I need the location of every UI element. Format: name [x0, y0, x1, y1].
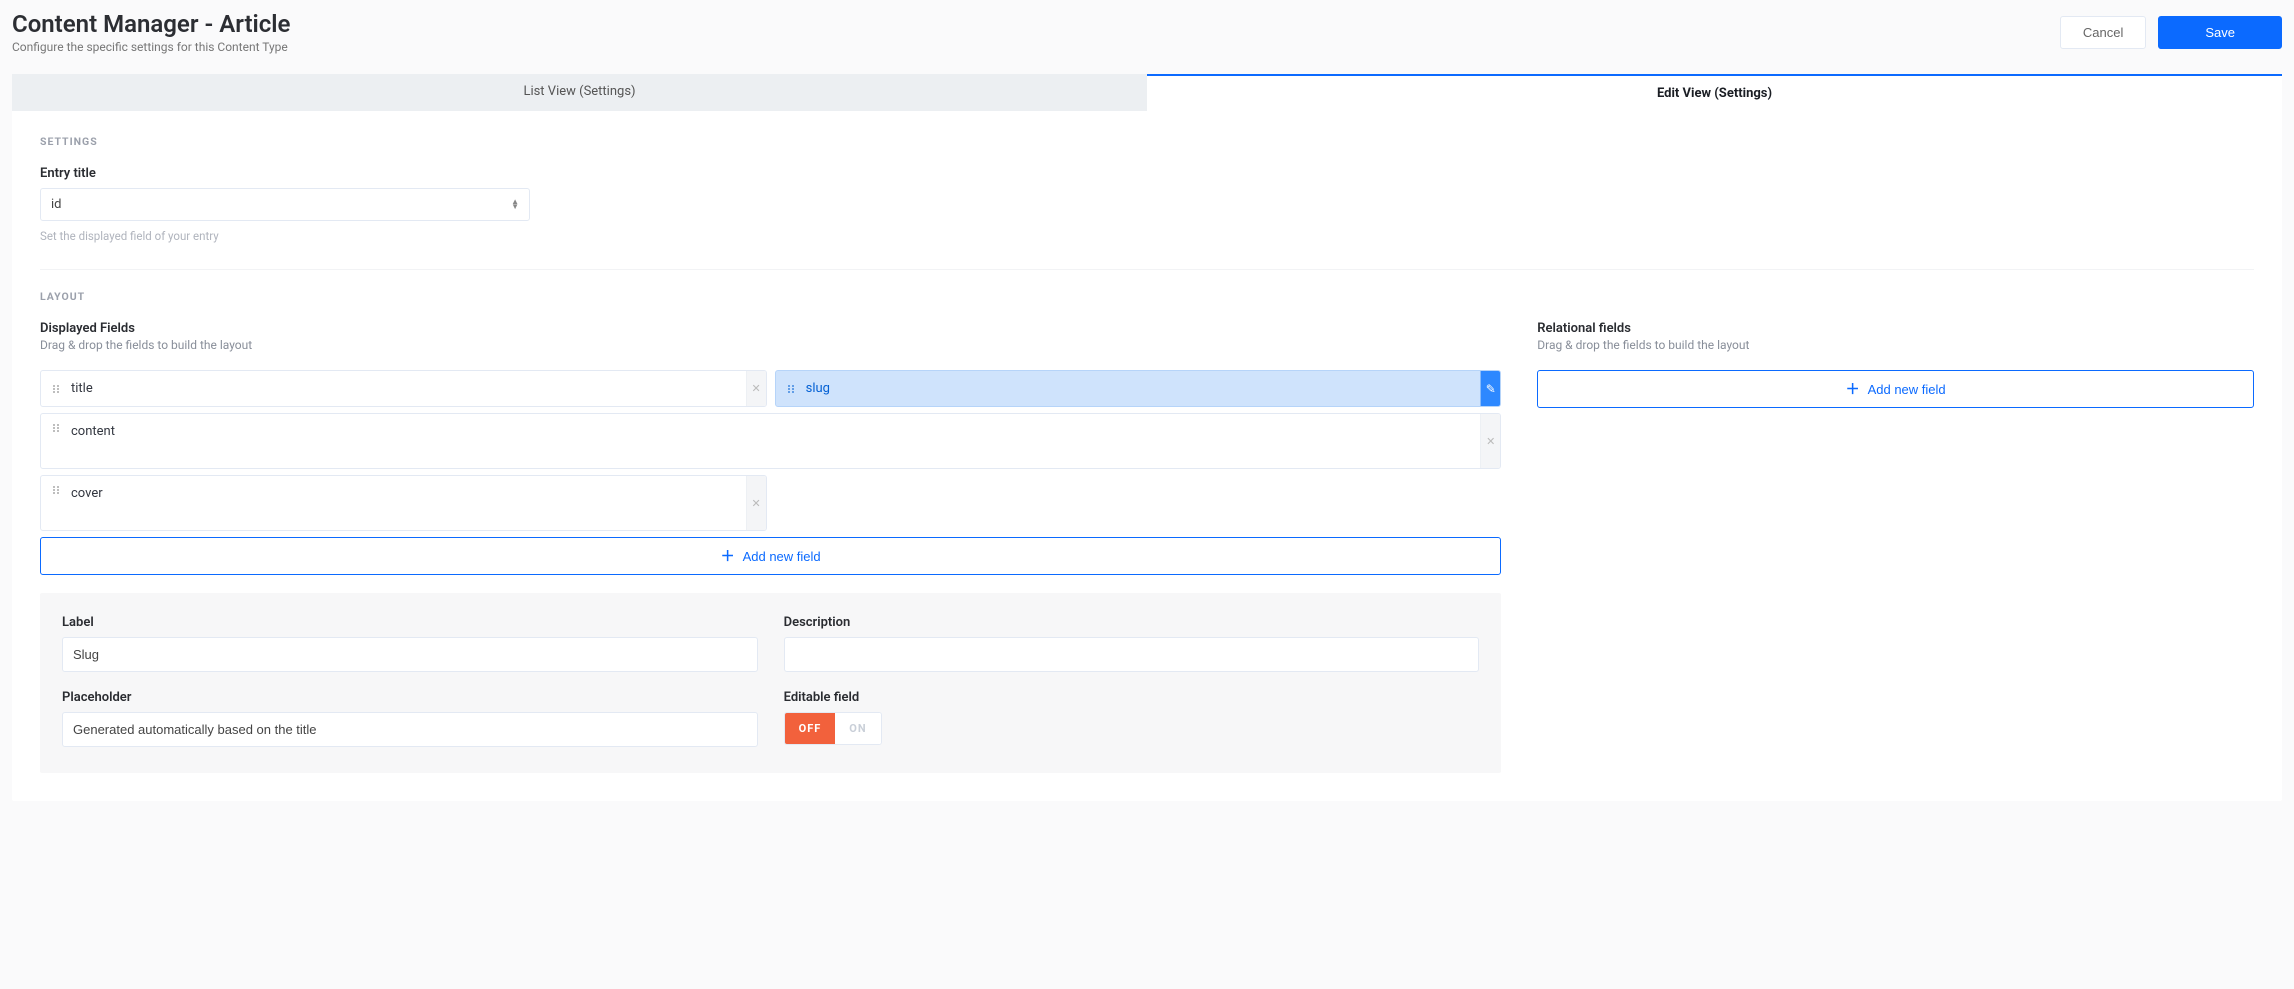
- field-block-cover[interactable]: cover: [40, 475, 767, 531]
- settings-panel: SETTINGS Entry title id ▲▼ Set the displ…: [12, 111, 2282, 801]
- field-block-title[interactable]: title: [40, 370, 767, 407]
- field-row-1: title slug: [40, 370, 1501, 407]
- entry-title-hint: Set the displayed field of your entry: [40, 229, 2254, 243]
- tab-list-view[interactable]: List View (Settings): [12, 74, 1147, 111]
- edit-field-button[interactable]: [1480, 371, 1500, 406]
- field-row-2: content: [40, 413, 1501, 469]
- field-name: slug: [806, 381, 830, 396]
- plus-icon: ＋: [721, 546, 735, 566]
- relational-fields-label: Relational fields: [1537, 321, 2254, 336]
- editor-placeholder-group: Placeholder: [62, 690, 758, 747]
- editor-description-group: Description: [784, 615, 1480, 672]
- drag-handle-icon[interactable]: [53, 424, 61, 432]
- entry-title-value: id: [51, 197, 62, 212]
- tab-edit-view[interactable]: Edit View (Settings): [1147, 74, 2282, 111]
- editor-description-input[interactable]: [784, 637, 1480, 672]
- toggle-on[interactable]: ON: [835, 713, 880, 744]
- remove-field-button[interactable]: [1480, 414, 1500, 468]
- editor-label-label: Label: [62, 615, 758, 630]
- entry-title-select[interactable]: id ▲▼: [40, 188, 530, 221]
- editor-editable-label: Editable field: [784, 690, 1480, 705]
- editable-toggle[interactable]: OFF ON: [784, 712, 882, 745]
- header-actions: Cancel Save: [2060, 16, 2282, 49]
- field-name: title: [71, 381, 93, 396]
- layout-columns: Displayed Fields Drag & drop the fields …: [40, 321, 2254, 773]
- entry-title-label: Entry title: [40, 166, 2254, 181]
- drag-handle-icon[interactable]: [53, 486, 61, 494]
- add-field-label: Add new field: [743, 549, 821, 564]
- field-name: cover: [71, 486, 103, 501]
- settings-heading: SETTINGS: [40, 135, 2254, 148]
- field-editor-box: Label Description Placeholder Editable f…: [40, 593, 1501, 773]
- editor-placeholder-label: Placeholder: [62, 690, 758, 705]
- page-header: Content Manager - Article Configure the …: [12, 0, 2282, 74]
- add-field-label: Add new field: [1868, 382, 1946, 397]
- editor-label-input[interactable]: [62, 637, 758, 672]
- drag-handle-icon[interactable]: [53, 385, 61, 393]
- editor-description-label: Description: [784, 615, 1480, 630]
- editor-placeholder-input[interactable]: [62, 712, 758, 747]
- editor-editable-group: Editable field OFF ON: [784, 690, 1480, 747]
- editor-label-group: Label: [62, 615, 758, 672]
- toggle-off[interactable]: OFF: [785, 713, 836, 744]
- page-title: Content Manager - Article: [12, 10, 290, 38]
- relational-fields-hint: Drag & drop the fields to build the layo…: [1537, 338, 2254, 352]
- layout-heading: LAYOUT: [40, 290, 2254, 303]
- add-relational-field-button[interactable]: ＋ Add new field: [1537, 370, 2254, 408]
- divider: [40, 269, 2254, 270]
- relational-fields-column: Relational fields Drag & drop the fields…: [1537, 321, 2254, 773]
- add-displayed-field-button[interactable]: ＋ Add new field: [40, 537, 1501, 575]
- tab-row: List View (Settings) Edit View (Settings…: [12, 74, 2282, 111]
- field-block-slug[interactable]: slug: [775, 370, 1502, 407]
- field-rows: title slug: [40, 370, 1501, 575]
- field-block-content[interactable]: content: [40, 413, 1501, 469]
- remove-field-button[interactable]: [746, 476, 766, 530]
- displayed-fields-hint: Drag & drop the fields to build the layo…: [40, 338, 1501, 352]
- save-button[interactable]: Save: [2158, 16, 2282, 49]
- remove-field-button[interactable]: [746, 371, 766, 406]
- page-subtitle: Configure the specific settings for this…: [12, 40, 290, 54]
- displayed-fields-label: Displayed Fields: [40, 321, 1501, 336]
- chevron-updown-icon: ▲▼: [511, 200, 519, 209]
- plus-icon: ＋: [1846, 379, 1860, 399]
- title-block: Content Manager - Article Configure the …: [12, 10, 290, 54]
- field-row-3: cover: [40, 475, 1501, 531]
- field-name: content: [71, 424, 115, 439]
- drag-handle-icon[interactable]: [788, 385, 796, 393]
- cancel-button[interactable]: Cancel: [2060, 16, 2146, 49]
- displayed-fields-column: Displayed Fields Drag & drop the fields …: [40, 321, 1501, 773]
